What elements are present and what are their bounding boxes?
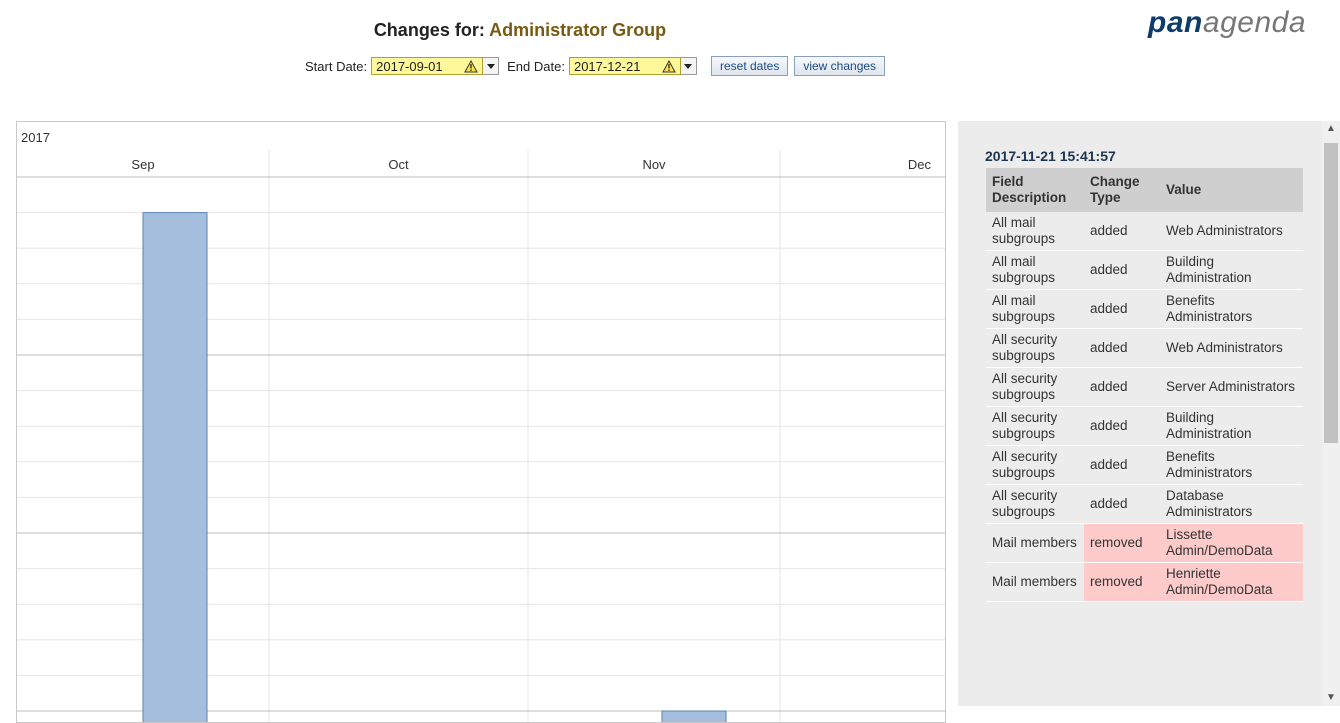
page-title: Changes for: Administrator Group	[0, 20, 1040, 41]
cell-field: All mail subgroups	[986, 250, 1084, 290]
logo-bold: pan	[1148, 6, 1203, 39]
bar-sep[interactable]	[142, 212, 208, 722]
view-changes-button[interactable]: view changes	[794, 56, 886, 76]
cell-value: Lissette Admin/DemoData	[1160, 523, 1303, 563]
logo-light: agenda	[1202, 6, 1306, 39]
cell-field: All security subgroups	[986, 484, 1084, 524]
cell-field: All security subgroups	[986, 328, 1084, 368]
month-label: Nov	[642, 157, 666, 172]
chart-bars	[142, 212, 727, 722]
end-date-label: End Date:	[507, 58, 565, 74]
cell-field: All security subgroups	[986, 445, 1084, 485]
chart-canvas: 2017 Sep Oct Nov Dec	[17, 130, 945, 722]
bar-nov[interactable]	[661, 710, 727, 722]
cell-change-type: added	[1084, 289, 1160, 329]
col-field-description: Field Description	[986, 168, 1084, 212]
cell-change-type: added	[1084, 328, 1160, 368]
col-value: Value	[1160, 168, 1303, 212]
start-date-dropdown[interactable]	[483, 57, 500, 75]
end-date-field[interactable]: 2017-12-21	[568, 57, 681, 75]
change-detail-panel: 2017-11-21 15:41:57 Field Description Ch…	[958, 121, 1322, 706]
cell-field: Mail members	[986, 562, 1084, 602]
reset-dates-button[interactable]: reset dates	[710, 56, 789, 76]
cell-value: Web Administrators	[1160, 328, 1303, 368]
warning-icon	[662, 59, 676, 73]
changes-table: Field Description Change Type Value All …	[986, 168, 1303, 602]
cell-value: Benefits Administrators	[1160, 445, 1303, 485]
cell-value: Building Administration	[1160, 406, 1303, 446]
cell-value: Henriette Admin/DemoData	[1160, 562, 1303, 602]
group-name: Administrator Group	[489, 20, 667, 40]
month-label: Sep	[131, 157, 154, 172]
cell-change-type: added	[1084, 445, 1160, 485]
panagenda-logo: panagenda	[1148, 6, 1306, 40]
date-toolbar: Start Date: 2017-09-01 End Date: 2017-12…	[305, 55, 886, 77]
changes-timeline-chart: 2017 Sep Oct Nov Dec	[16, 121, 946, 723]
month-label: Oct	[388, 157, 409, 172]
end-date-value: 2017-12-21	[573, 58, 641, 74]
table-row[interactable]: All mail subgroups added Building Administ…	[986, 250, 1303, 290]
cell-value: Database Administrators	[1160, 484, 1303, 524]
scroll-down-icon[interactable]: ▼	[1322, 690, 1340, 706]
month-label: Dec	[908, 157, 932, 172]
cell-change-type: added	[1084, 367, 1160, 407]
start-date-field[interactable]: 2017-09-01	[371, 57, 484, 75]
table-row[interactable]: All security subgroups added Server Admini…	[986, 367, 1303, 407]
table-row[interactable]: All mail subgroups added Benefits Administ…	[986, 289, 1303, 329]
cell-change-type: removed	[1084, 523, 1160, 563]
cell-change-type: added	[1084, 250, 1160, 290]
table-row[interactable]: All security subgroups added Web Administr…	[986, 328, 1303, 368]
table-row[interactable]: All security subgroups added Database Admi…	[986, 484, 1303, 524]
table-header-row: Field Description Change Type Value	[986, 168, 1303, 212]
warning-icon	[464, 59, 478, 73]
table-row[interactable]: Mail members removed Lissette Admin/DemoDa…	[986, 523, 1303, 563]
scroll-up-icon[interactable]: ▲	[1322, 121, 1340, 137]
table-row[interactable]: All security subgroups added Benefits Admi…	[986, 445, 1303, 485]
year-label: 2017	[21, 130, 50, 145]
table-row[interactable]: Mail members removed Henriette Admin/DemoD…	[986, 562, 1303, 602]
change-timestamp: 2017-11-21 15:41:57	[985, 148, 1116, 164]
cell-value: Web Administrators	[1160, 212, 1303, 251]
end-date-dropdown[interactable]	[680, 57, 697, 75]
cell-change-type: added	[1084, 212, 1160, 251]
chevron-down-icon	[684, 63, 693, 69]
month-labels: Sep Oct Nov Dec	[131, 157, 931, 172]
vertical-scrollbar[interactable]: ▲ ▼	[1322, 121, 1340, 706]
start-date-label: Start Date:	[305, 58, 368, 74]
scroll-thumb[interactable]	[1324, 143, 1338, 443]
cell-change-type: removed	[1084, 562, 1160, 602]
cell-field: All mail subgroups	[986, 212, 1084, 251]
col-change-type: Change Type	[1084, 168, 1160, 212]
cell-field: All mail subgroups	[986, 289, 1084, 329]
cell-value: Server Administrators	[1160, 367, 1303, 407]
cell-change-type: added	[1084, 406, 1160, 446]
chevron-down-icon	[486, 63, 495, 69]
cell-field: All security subgroups	[986, 406, 1084, 446]
table-row[interactable]: All mail subgroups added Web Administrator…	[986, 212, 1303, 251]
table-row[interactable]: All security subgroups added Building Admi…	[986, 406, 1303, 446]
cell-change-type: added	[1084, 484, 1160, 524]
start-date-value: 2017-09-01	[376, 58, 443, 74]
cell-field: Mail members	[986, 523, 1084, 563]
cell-field: All security subgroups	[986, 367, 1084, 407]
cell-value: Benefits Administrators	[1160, 289, 1303, 329]
cell-value: Building Administration	[1160, 250, 1303, 290]
title-prefix: Changes for:	[373, 20, 485, 40]
